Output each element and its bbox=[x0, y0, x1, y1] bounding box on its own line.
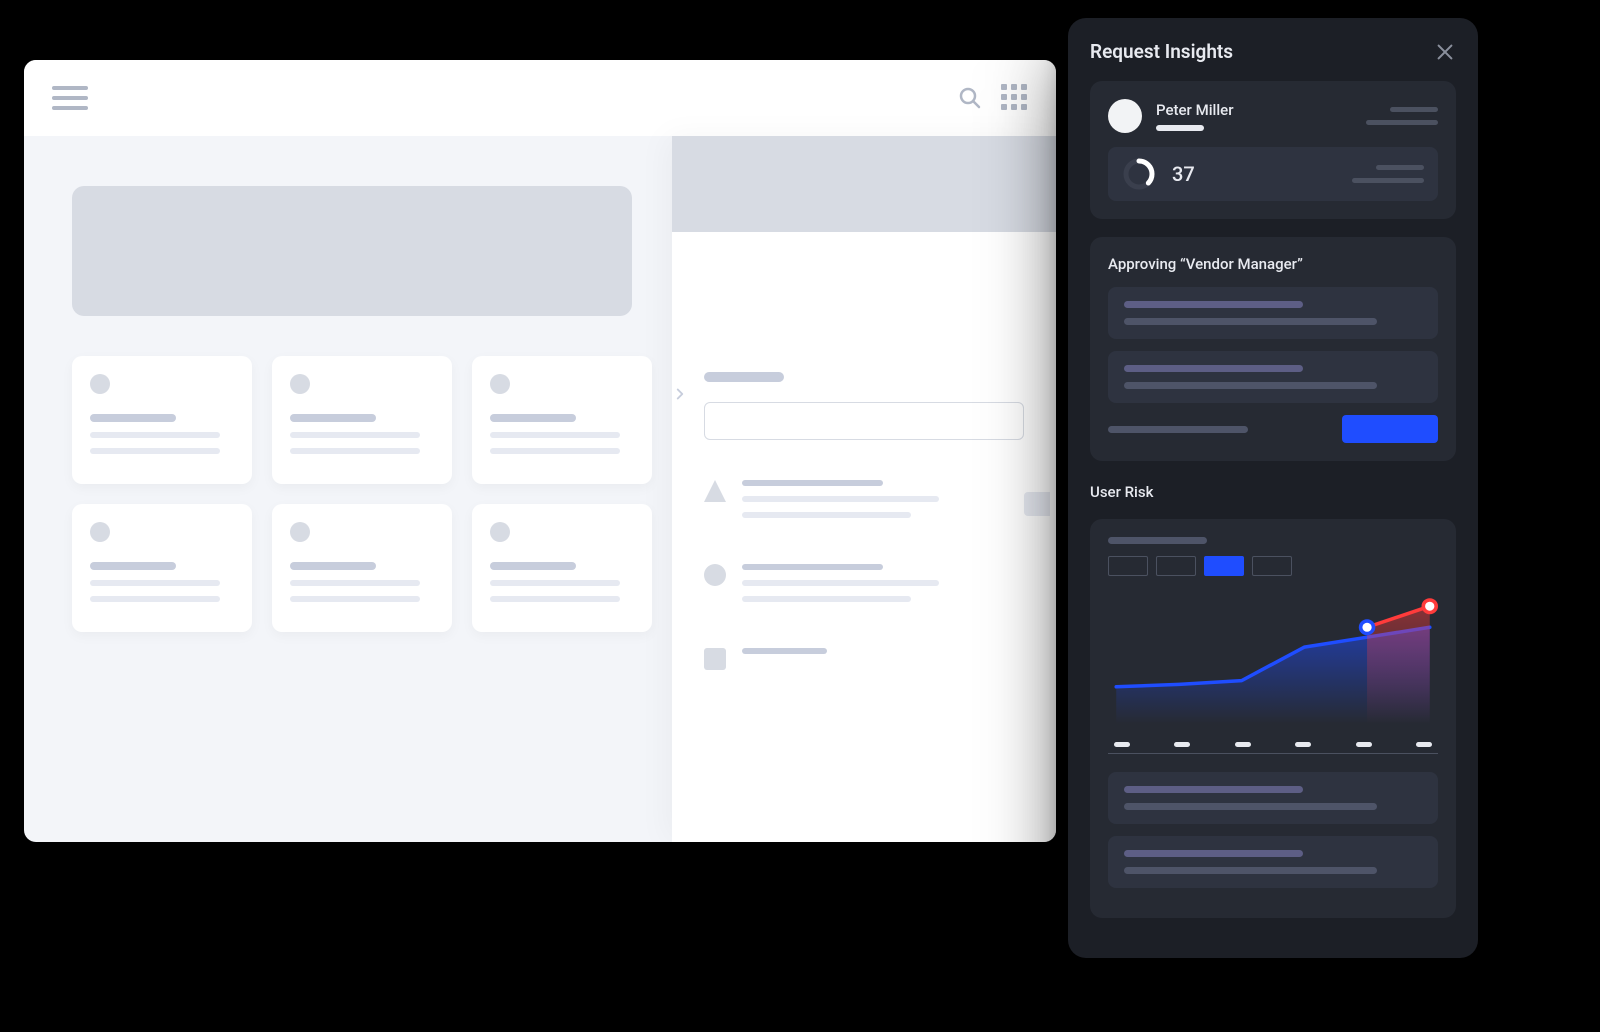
list-item[interactable] bbox=[704, 480, 1024, 528]
square-icon bbox=[704, 648, 726, 670]
risk-chart bbox=[1108, 592, 1438, 732]
user-name: Peter Miller bbox=[1156, 101, 1234, 119]
chart-tick bbox=[1114, 742, 1130, 747]
approval-item-placeholder bbox=[1108, 351, 1438, 403]
list-item[interactable] bbox=[472, 504, 652, 632]
risk-detail-placeholder bbox=[1108, 772, 1438, 824]
card-grid bbox=[72, 356, 652, 632]
user-summary-card: Peter Miller 37 bbox=[1090, 81, 1456, 219]
circle-icon bbox=[704, 564, 726, 586]
list-item[interactable] bbox=[72, 356, 252, 484]
chevron-right-icon[interactable] bbox=[666, 380, 694, 408]
hamburger-menu-icon[interactable] bbox=[52, 86, 88, 110]
approval-item-placeholder bbox=[1108, 287, 1438, 339]
avatar bbox=[1108, 99, 1142, 133]
insights-header: Request Insights bbox=[1090, 40, 1456, 63]
risk-range-tab[interactable] bbox=[1108, 556, 1148, 576]
apps-grid-icon[interactable] bbox=[1000, 84, 1028, 112]
user-row: Peter Miller bbox=[1108, 99, 1438, 133]
app-body bbox=[24, 136, 1056, 842]
row-action-placeholder[interactable] bbox=[1024, 492, 1050, 516]
risk-detail-placeholder bbox=[1108, 836, 1438, 888]
approval-action-row bbox=[1108, 415, 1438, 443]
list-item[interactable] bbox=[472, 356, 652, 484]
risk-chart-axis bbox=[1108, 753, 1438, 754]
list-item[interactable] bbox=[272, 356, 452, 484]
user-risk-label: User Risk bbox=[1090, 483, 1456, 501]
list-item[interactable] bbox=[704, 648, 1024, 670]
main-column bbox=[24, 136, 672, 842]
field-label-placeholder bbox=[704, 372, 784, 382]
score-meta-placeholder bbox=[1352, 165, 1424, 183]
risk-range-tabs bbox=[1108, 556, 1438, 576]
close-icon[interactable] bbox=[1434, 41, 1456, 63]
chart-tick bbox=[1235, 742, 1251, 747]
user-risk-card bbox=[1090, 519, 1456, 918]
user-subtitle-placeholder bbox=[1156, 125, 1204, 131]
text-input-placeholder[interactable] bbox=[704, 402, 1024, 440]
hero-placeholder bbox=[72, 186, 632, 316]
triangle-icon bbox=[704, 480, 726, 502]
risk-range-tab[interactable] bbox=[1252, 556, 1292, 576]
primary-action-button[interactable] bbox=[1342, 415, 1438, 443]
progress-ring-icon bbox=[1122, 157, 1156, 191]
search-icon[interactable] bbox=[956, 84, 984, 112]
chart-tick bbox=[1174, 742, 1190, 747]
chart-tick bbox=[1356, 742, 1372, 747]
score-value: 37 bbox=[1172, 162, 1195, 186]
chart-tick bbox=[1295, 742, 1311, 747]
chart-tick bbox=[1416, 742, 1432, 747]
risk-range-tab[interactable] bbox=[1156, 556, 1196, 576]
side-column bbox=[672, 136, 1056, 842]
risk-title-placeholder bbox=[1108, 537, 1207, 544]
side-hero-placeholder bbox=[672, 136, 1056, 232]
request-insights-panel: Request Insights Peter Miller bbox=[1068, 18, 1478, 958]
list-item[interactable] bbox=[72, 504, 252, 632]
user-meta-placeholder bbox=[1366, 107, 1438, 125]
list-item[interactable] bbox=[704, 564, 1024, 612]
app-window bbox=[24, 60, 1056, 842]
risk-chart-ticks bbox=[1108, 742, 1438, 747]
risk-range-tab[interactable] bbox=[1204, 556, 1244, 576]
app-header bbox=[24, 60, 1056, 136]
approving-card: Approving “Vendor Manager” bbox=[1090, 237, 1456, 461]
list-item[interactable] bbox=[272, 504, 452, 632]
score-row: 37 bbox=[1108, 147, 1438, 201]
approving-label: Approving “Vendor Manager” bbox=[1108, 255, 1438, 273]
insights-title: Request Insights bbox=[1090, 40, 1233, 63]
